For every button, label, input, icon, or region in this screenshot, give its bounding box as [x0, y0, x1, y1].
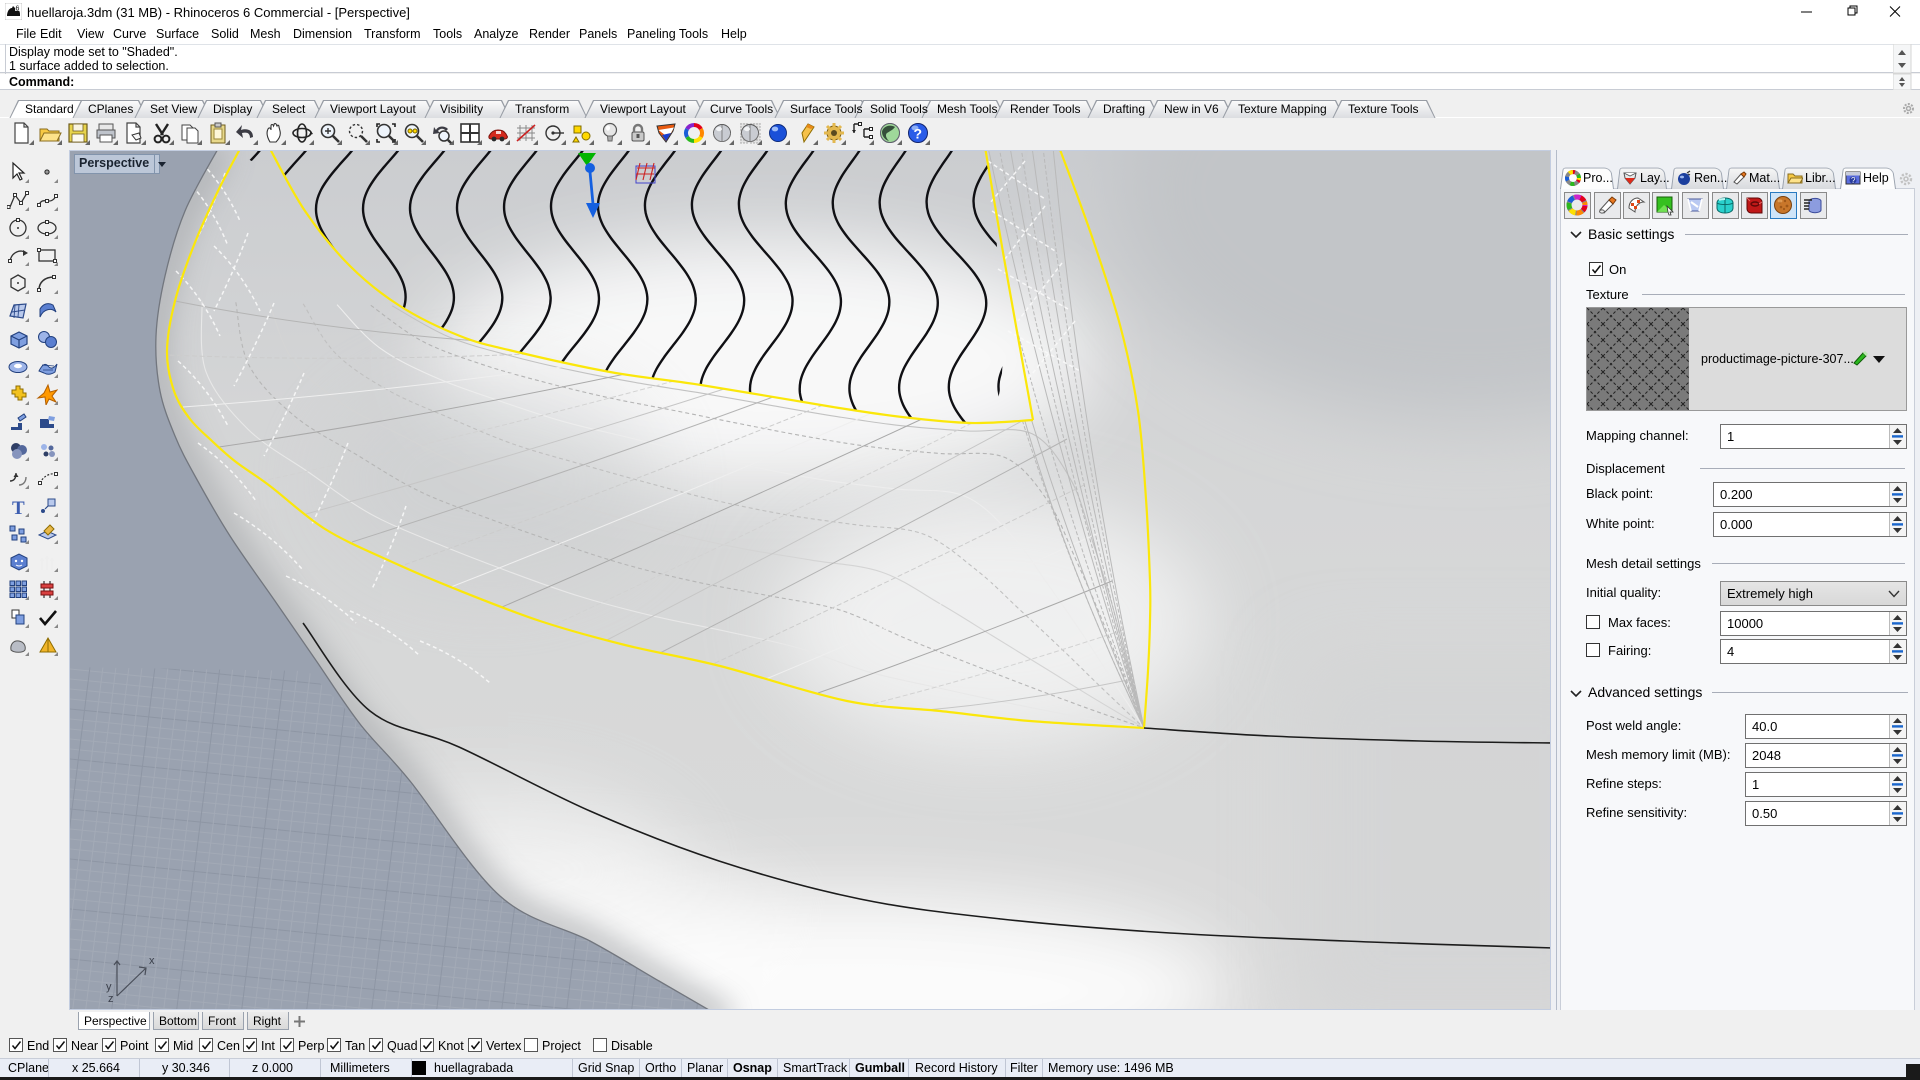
svg-text:x: x	[149, 955, 155, 967]
svg-text:z: z	[108, 993, 114, 1005]
svg-text:6: 6	[16, 6, 20, 13]
svg-text:?: ?	[914, 126, 923, 142]
svg-text:y: y	[106, 981, 112, 993]
svg-text:?: ?	[1851, 176, 1856, 185]
